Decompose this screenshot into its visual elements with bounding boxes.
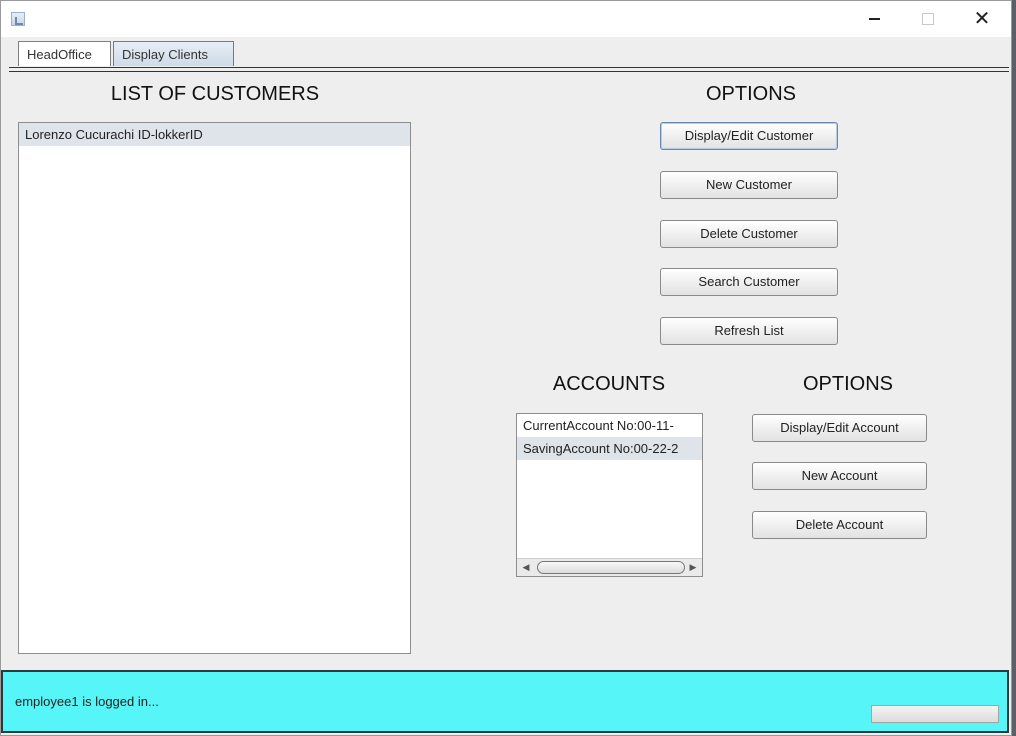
title-bar[interactable]: ✕	[1, 1, 1011, 37]
delete-account-button[interactable]: Delete Account	[752, 511, 927, 539]
close-button[interactable]: ✕	[959, 1, 1005, 37]
tab-divider	[9, 67, 1009, 72]
tab-headoffice[interactable]: HeadOffice	[18, 41, 111, 66]
app-window: ✕ HeadOffice Display Clients LIST OF CUS…	[0, 0, 1012, 736]
new-customer-button[interactable]: New Customer	[660, 171, 838, 199]
main-panel: HeadOffice Display Clients LIST OF CUSTO…	[1, 37, 1011, 735]
accounts-items: CurrentAccount No:00-11- SavingAccount N…	[517, 414, 702, 559]
display-edit-customer-button[interactable]: Display/Edit Customer	[660, 122, 838, 150]
close-icon: ✕	[973, 8, 991, 30]
scroll-left-icon[interactable]: ◀	[519, 559, 533, 575]
delete-customer-button[interactable]: Delete Customer	[660, 220, 838, 248]
minimize-icon	[868, 17, 880, 20]
new-account-button[interactable]: New Account	[752, 462, 927, 490]
minimize-button[interactable]	[851, 1, 897, 37]
accounts-list[interactable]: CurrentAccount No:00-11- SavingAccount N…	[516, 413, 703, 577]
accounts-heading: ACCOUNTS	[552, 373, 666, 395]
customers-heading: LIST OF CUSTOMERS	[110, 83, 320, 105]
list-item[interactable]: Lorenzo Cucurachi ID-lokkerID	[19, 123, 410, 146]
customer-options-heading: OPTIONS	[705, 83, 796, 105]
maximize-button[interactable]	[905, 1, 951, 37]
list-item[interactable]: SavingAccount No:00-22-2	[517, 437, 702, 460]
scroll-right-icon[interactable]: ▶	[686, 559, 700, 575]
scrollbar-thumb[interactable]	[537, 561, 685, 574]
customers-list[interactable]: Lorenzo Cucurachi ID-lokkerID	[18, 122, 411, 654]
horizontal-scrollbar[interactable]: ◀ ▶	[517, 558, 702, 576]
java-app-icon	[11, 12, 25, 26]
status-message: employee1 is logged in...	[15, 694, 159, 709]
maximize-icon	[922, 12, 934, 25]
search-customer-button[interactable]: Search Customer	[660, 268, 838, 296]
status-bar: employee1 is logged in...	[1, 670, 1009, 733]
refresh-list-button[interactable]: Refresh List	[660, 317, 838, 345]
list-item[interactable]: CurrentAccount No:00-11-	[517, 414, 702, 437]
account-options-heading: OPTIONS	[802, 373, 893, 395]
tab-display-clients[interactable]: Display Clients	[113, 41, 234, 66]
display-edit-account-button[interactable]: Display/Edit Account	[752, 414, 927, 442]
progress-bar	[871, 705, 999, 723]
